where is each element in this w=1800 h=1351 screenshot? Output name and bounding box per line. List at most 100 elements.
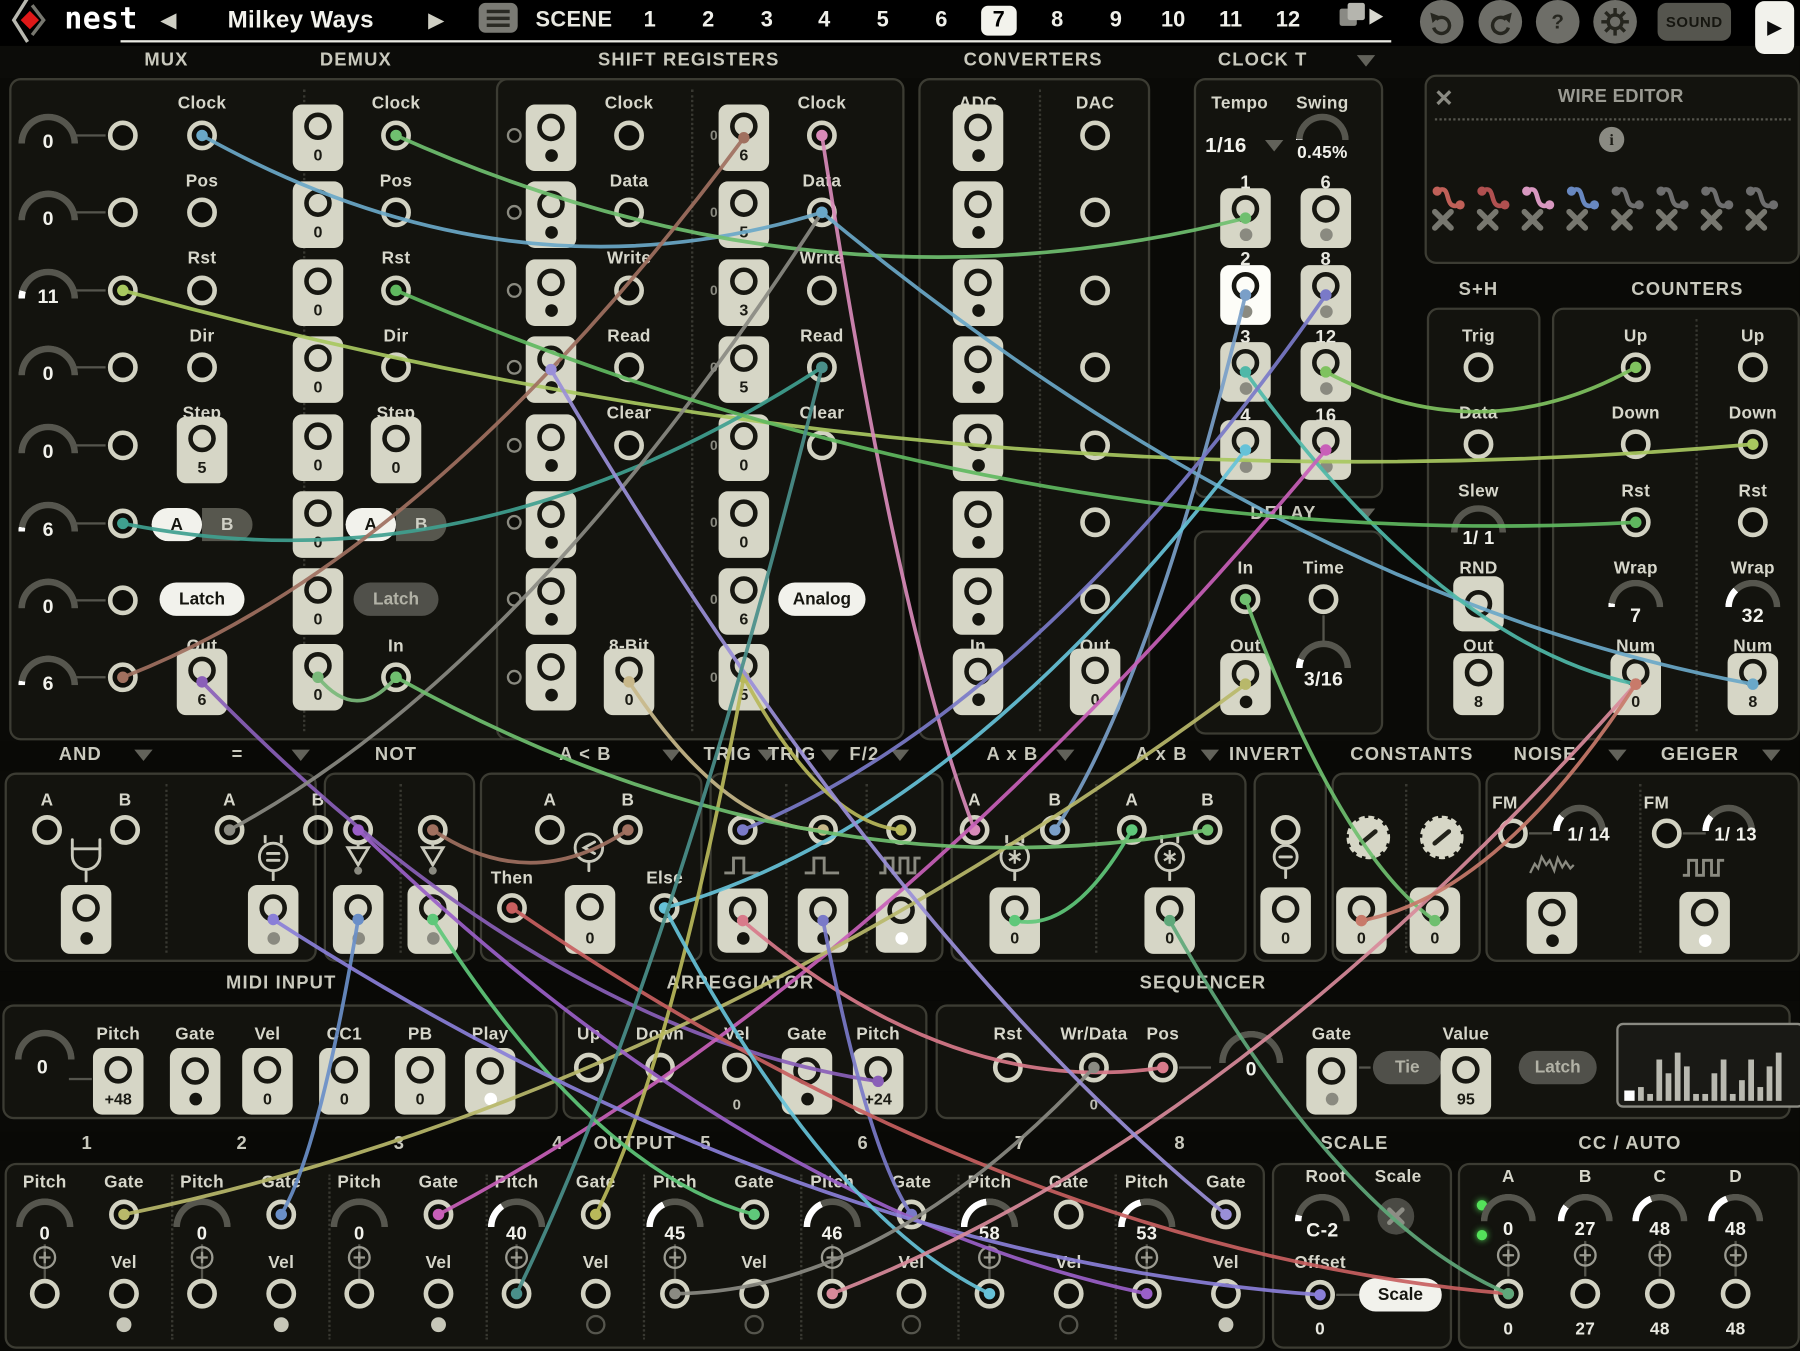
info-icon[interactable]: i xyxy=(1597,125,1627,161)
delay-out-port[interactable] xyxy=(1220,653,1271,715)
scene-2[interactable]: 2 xyxy=(702,8,714,33)
sr1-led-5[interactable] xyxy=(507,438,522,453)
midi-gate-port[interactable] xyxy=(170,1048,221,1115)
demux-dir-port[interactable] xyxy=(381,352,411,382)
sr1-write-port[interactable] xyxy=(614,275,644,305)
not2-out-port[interactable] xyxy=(408,885,459,954)
axb2-a-port[interactable] xyxy=(1117,815,1147,845)
sound-button[interactable]: SOUND xyxy=(1658,3,1731,41)
sr1-out-1[interactable] xyxy=(526,104,577,171)
seq-gate-port[interactable] xyxy=(1306,1048,1357,1115)
sr1-led-2[interactable] xyxy=(507,205,522,220)
delay-time-port[interactable] xyxy=(1309,584,1339,614)
sr2-out-5[interactable]: 0 xyxy=(719,414,770,481)
alb-then-port[interactable] xyxy=(497,893,527,923)
sr1-out-2[interactable] xyxy=(526,181,577,248)
scale-offset-port[interactable] xyxy=(1305,1280,1335,1310)
clock-div-2[interactable] xyxy=(1220,265,1271,325)
scene-12[interactable]: 12 xyxy=(1276,8,1300,33)
demux-ab-toggle-a[interactable]: A xyxy=(346,508,397,541)
mux-clock-port[interactable] xyxy=(187,121,217,151)
constant2-out-port[interactable]: 0 xyxy=(1410,887,1461,954)
clock-div-3[interactable] xyxy=(1220,342,1271,402)
delay-in-port[interactable] xyxy=(1231,584,1261,614)
demux-in-port[interactable] xyxy=(381,662,411,692)
not1-in-port[interactable] xyxy=(343,815,373,845)
scene-11[interactable]: 11 xyxy=(1219,8,1242,33)
sr1-out-6[interactable] xyxy=(526,491,577,558)
menu-icon[interactable] xyxy=(478,2,519,40)
noise-fm-port[interactable] xyxy=(1498,818,1528,848)
output3-pitch-port[interactable] xyxy=(344,1279,374,1309)
help-button[interactable]: ? xyxy=(1536,0,1580,44)
counter1-num-port[interactable]: 0 xyxy=(1611,653,1662,715)
arp-gate-port[interactable] xyxy=(782,1048,833,1115)
trig1-in-port[interactable] xyxy=(728,815,758,845)
sr1-out-3[interactable] xyxy=(526,259,577,326)
alb-b-port[interactable] xyxy=(613,815,643,845)
wire-style-icon-6[interactable] xyxy=(1652,180,1693,239)
wire-style-icon-4[interactable] xyxy=(1562,180,1603,239)
and-dropdown[interactable] xyxy=(134,750,152,761)
mux-rst-port[interactable] xyxy=(187,275,217,305)
seq-pos-port[interactable] xyxy=(1148,1053,1178,1083)
axb2-out-port[interactable]: 0 xyxy=(1144,887,1195,954)
sr2-read-port[interactable] xyxy=(807,352,837,382)
sr1-out-4[interactable] xyxy=(526,336,577,403)
constant1-out-port[interactable]: 0 xyxy=(1336,887,1387,954)
alb-a-port[interactable] xyxy=(535,815,565,845)
sr2-data-port[interactable] xyxy=(807,197,837,227)
midi-pb-port[interactable]: 0 xyxy=(395,1048,446,1115)
seq-value-port[interactable]: 95 xyxy=(1441,1048,1492,1115)
scene-3[interactable]: 3 xyxy=(761,8,773,33)
demux-pos-port[interactable] xyxy=(381,197,411,227)
scene-10[interactable]: 10 xyxy=(1161,8,1185,33)
seq-tie-button[interactable]: Tie xyxy=(1373,1051,1442,1084)
adc-in-port[interactable] xyxy=(953,649,1004,716)
axb1-out-port[interactable]: 0 xyxy=(989,887,1040,954)
and-b-port[interactable] xyxy=(110,815,140,845)
adc-port-2[interactable] xyxy=(953,181,1004,248)
constant1-knob[interactable] xyxy=(1343,812,1394,868)
sr1-led-6[interactable] xyxy=(507,515,522,530)
sr1-clock-port[interactable] xyxy=(614,121,644,151)
midi-cc1-port[interactable]: 0 xyxy=(319,1048,370,1115)
clock-div-6[interactable] xyxy=(1301,188,1352,248)
counter1-rst-port[interactable] xyxy=(1621,507,1651,537)
clock-div-12[interactable] xyxy=(1301,342,1352,402)
mux-step-port[interactable]: 5 xyxy=(177,417,228,484)
demux-out-6[interactable]: 0 xyxy=(293,491,344,558)
dac-port-3[interactable] xyxy=(1080,275,1110,305)
sr2-out-1[interactable]: 6 xyxy=(719,104,770,171)
demux-out-5[interactable]: 0 xyxy=(293,414,344,481)
output8-pitch-port[interactable] xyxy=(1132,1279,1162,1309)
mux-in-3[interactable] xyxy=(108,275,138,305)
adc-port-5[interactable] xyxy=(953,414,1004,481)
eq-out-port[interactable] xyxy=(248,885,299,954)
sr1-led-8[interactable] xyxy=(507,670,522,685)
sr1-out-5[interactable] xyxy=(526,414,577,481)
dac-out-port[interactable]: 0 xyxy=(1070,649,1121,716)
trig2-in-port[interactable] xyxy=(808,815,838,845)
demux-out-4[interactable]: 0 xyxy=(293,336,344,403)
wire-style-icon-7[interactable] xyxy=(1697,180,1738,239)
mux-in-7[interactable] xyxy=(108,585,138,615)
sr2-clear-port[interactable] xyxy=(807,430,837,460)
output1-vel-port[interactable] xyxy=(109,1279,139,1309)
counter2-num-port[interactable]: 8 xyxy=(1728,653,1779,715)
arp-vel-port[interactable] xyxy=(722,1053,752,1083)
demux-rst-port[interactable] xyxy=(381,275,411,305)
axb1-b-port[interactable] xyxy=(1040,815,1070,845)
arp-up-port[interactable] xyxy=(574,1053,604,1083)
output8-vel-port[interactable] xyxy=(1211,1279,1241,1309)
clock-div-8[interactable] xyxy=(1301,265,1352,325)
output8-gate-port[interactable] xyxy=(1211,1200,1241,1230)
adc-port-3[interactable] xyxy=(953,259,1004,326)
sr1-out-8[interactable] xyxy=(526,644,577,711)
geiger-fm-port[interactable] xyxy=(1652,818,1682,848)
adc-port-7[interactable] xyxy=(953,568,1004,635)
axb2-b-port[interactable] xyxy=(1193,815,1223,845)
sh-data-port[interactable] xyxy=(1464,429,1494,459)
dac-port-6[interactable] xyxy=(1080,507,1110,537)
demux-out-2[interactable]: 0 xyxy=(293,181,344,248)
